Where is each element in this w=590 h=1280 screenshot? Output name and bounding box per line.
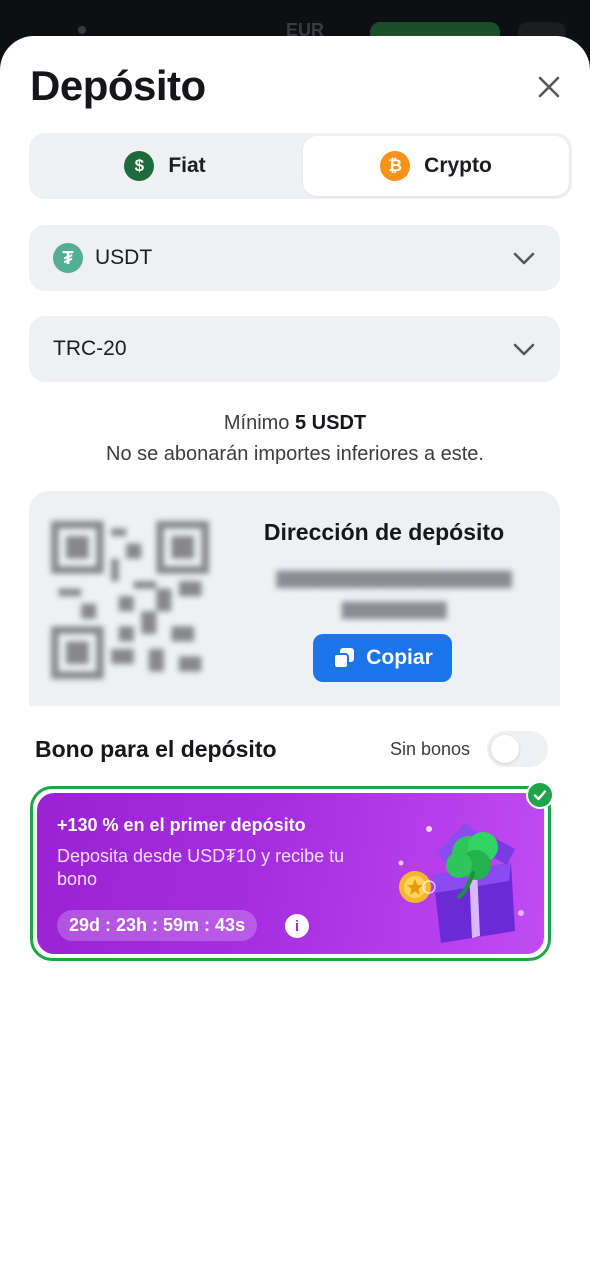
bonus-headline: +130 % en el primer depósito xyxy=(57,815,306,835)
deposit-address-title: Dirección de depósito xyxy=(263,519,505,545)
network-select[interactable]: TRC-20 xyxy=(29,316,560,382)
bonus-section-title: Bono para el depósito xyxy=(35,736,277,762)
tab-fiat[interactable]: $ Fiat xyxy=(32,136,298,196)
tab-fiat-label: Fiat xyxy=(168,154,206,177)
minimum-note: No se abonarán importes inferiores a est… xyxy=(106,443,484,465)
deposit-sheet: Depósito $ Fiat ₿ Crypto ₮ USDT TRC-20 M… xyxy=(0,36,590,1280)
page-title: Depósito xyxy=(30,62,206,109)
bonus-offer-body: +130 % en el primer depósito Deposita de… xyxy=(37,793,544,954)
selected-check-icon xyxy=(526,781,554,809)
copy-button[interactable]: Copiar xyxy=(313,634,452,682)
deposit-address-card: Dirección de depósito ▇▇▇▇▇▇▇▇▇▇▇▇▇▇▇▇▇▇… xyxy=(29,491,560,706)
no-bonus-label: Sin bonos xyxy=(390,739,471,759)
currency-select-value: USDT xyxy=(95,246,153,269)
deposit-address-value: ▇▇▇▇▇▇▇▇▇▇▇▇▇▇▇▇▇▇ ▇▇▇▇▇▇▇▇ xyxy=(276,569,512,619)
minimum-amount-line: Mínimo 5 USDT xyxy=(0,408,590,439)
menu-dot xyxy=(78,26,86,34)
bonus-offer-card[interactable]: +130 % en el primer depósito Deposita de… xyxy=(30,786,551,961)
gift-box-illustration xyxy=(398,823,524,943)
minimum-deposit-info: Mínimo 5 USDT No se abonarán importes in… xyxy=(0,408,590,470)
copy-icon xyxy=(333,648,355,669)
copy-button-label: Copiar xyxy=(366,646,433,669)
dollar-coin-icon: $ xyxy=(124,151,155,181)
tab-crypto-label: Crypto xyxy=(424,154,492,177)
network-select-value: TRC-20 xyxy=(53,337,127,360)
toggle-knob xyxy=(491,735,519,763)
tab-crypto[interactable]: ₿ Crypto xyxy=(303,136,569,196)
info-icon[interactable]: i xyxy=(285,914,309,938)
close-button[interactable] xyxy=(532,70,566,104)
payment-type-tabs: $ Fiat ₿ Crypto xyxy=(29,133,572,199)
qr-code xyxy=(51,521,209,679)
bitcoin-coin-icon: ₿ xyxy=(380,151,411,181)
currency-select[interactable]: ₮ USDT xyxy=(29,225,560,291)
close-icon xyxy=(538,76,560,98)
chevron-down-icon xyxy=(513,343,535,356)
minimum-amount: 5 USDT xyxy=(295,412,367,434)
minimum-prefix: Mínimo xyxy=(223,412,290,434)
bonus-countdown-timer: 29d : 23h : 59m : 43s xyxy=(57,910,258,941)
bonus-description: Deposita desde USD₮10 y recibe tu bono xyxy=(57,846,345,889)
tether-icon: ₮ xyxy=(53,243,83,273)
no-bonus-toggle[interactable] xyxy=(487,731,548,767)
chevron-down-icon xyxy=(513,252,535,265)
